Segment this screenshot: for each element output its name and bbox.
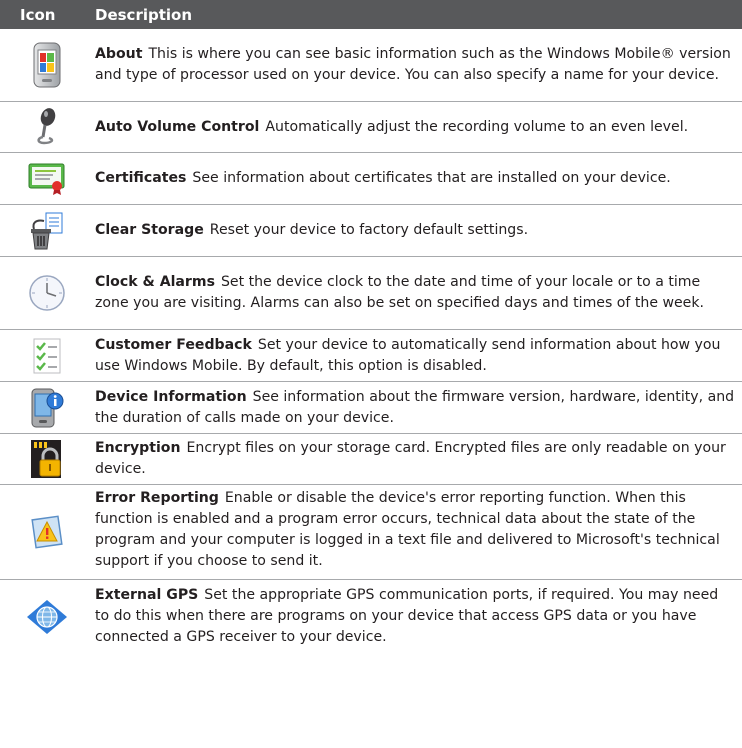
row-name: Error Reporting [95, 490, 219, 506]
table-row: Clear Storage Reset your device to factor… [0, 205, 742, 257]
row-name: Device Information [95, 388, 247, 405]
about-icon [0, 29, 94, 101]
clear-storage-icon [0, 205, 94, 256]
table-row: Encryption Encrypt files on your storage … [0, 434, 742, 485]
checklist-icon [0, 330, 94, 381]
warning-window-icon [0, 485, 94, 579]
table-row: External GPS Set the appropriate GPS comm… [0, 580, 742, 653]
table-row: Auto Volume Control Automatically adjust … [0, 102, 742, 153]
table-row: Clock & Alarms Set the device clock to th… [0, 257, 742, 330]
row-name: Clear Storage [95, 222, 204, 238]
table-row: Device Information See information about … [0, 382, 742, 434]
microphone-icon [0, 102, 94, 152]
table-row: Certificates See information about certif… [0, 153, 742, 205]
row-name: External GPS [95, 587, 199, 603]
clock-icon [0, 257, 94, 329]
row-name: Auto Volume Control [95, 118, 260, 135]
description-column-header: Description [95, 5, 193, 24]
settings-table: Icon Description About This is where you … [0, 0, 742, 653]
row-name: About [95, 46, 143, 62]
gps-globe-icon [0, 580, 94, 653]
row-name: Certificates [95, 170, 187, 186]
padlock-card-icon [0, 434, 94, 484]
row-description: Automatically adjust the recording volum… [265, 118, 689, 135]
row-name: Clock & Alarms [95, 274, 215, 290]
row-name: Encryption [95, 440, 181, 456]
row-description: Encrypt files on your storage card. Encr… [95, 440, 726, 477]
row-description: See information about certificates that … [192, 170, 671, 186]
icon-column-header: Icon [20, 5, 56, 24]
table-header: Icon Description [0, 0, 742, 29]
row-name: Customer Feedback [95, 336, 252, 353]
table-row: Error Reporting Enable or disable the dev… [0, 485, 742, 580]
device-info-icon [0, 382, 94, 433]
row-description: This is where you can see basic informat… [95, 46, 731, 83]
certificate-icon [0, 153, 94, 204]
row-description: Reset your device to factory default set… [209, 222, 529, 238]
table-row: Customer Feedback Set your device to auto… [0, 330, 742, 382]
table-row: About This is where you can see basic inf… [0, 29, 742, 102]
